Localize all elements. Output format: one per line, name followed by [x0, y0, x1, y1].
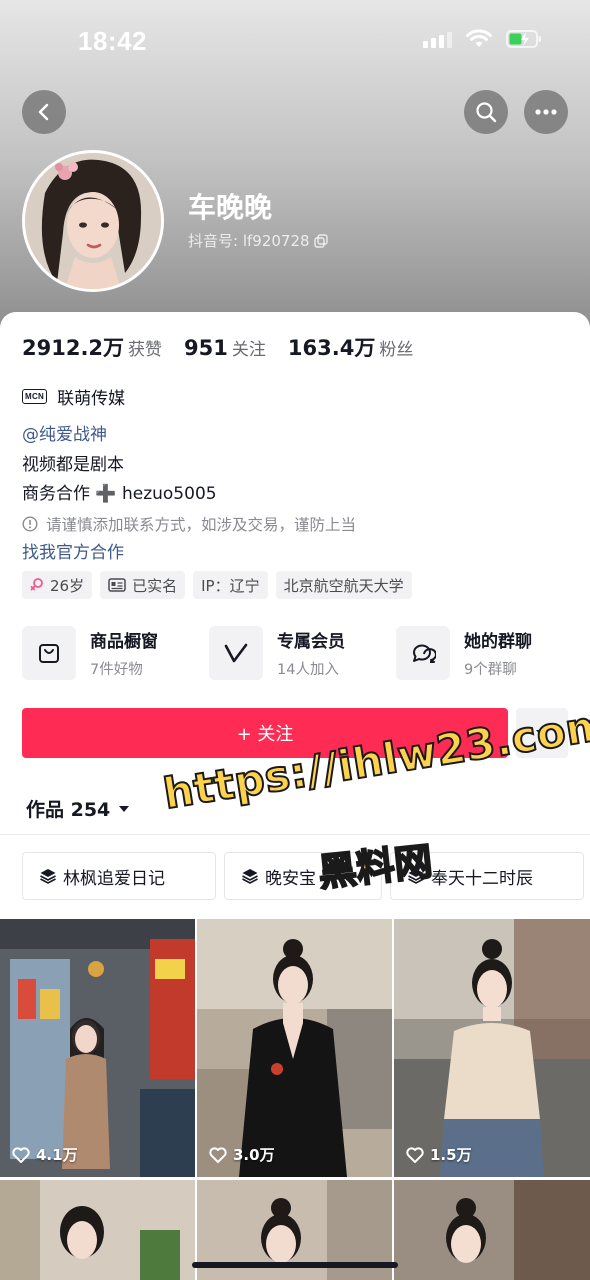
caret-down-icon [119, 805, 130, 812]
video-thumbnail-image [394, 1180, 590, 1280]
service-icon-box [22, 626, 76, 680]
back-button[interactable] [22, 90, 66, 134]
tag-verified-label: 已实名 [132, 576, 178, 595]
shopping-bag-icon [39, 644, 59, 663]
copy-icon[interactable] [313, 233, 328, 248]
video-grid: 4.1万 3.0万 1.5万 [0, 919, 590, 1280]
profile-name: 车晚晚 [188, 191, 273, 224]
service-group-chat-title: 她的群聊 [464, 632, 532, 652]
bio-line-1: 视频都是剧本 [22, 455, 124, 475]
tag-age-label: 26岁 [50, 576, 85, 595]
service-icon-box [209, 626, 263, 680]
service-icon-box [396, 626, 450, 680]
service-membership-sub: 14人加入 [277, 662, 339, 678]
video-thumbnail[interactable]: 4.1万 [0, 919, 195, 1177]
video-likes-count: 3.0万 [233, 1146, 275, 1164]
collection-label: 晚安宝 [265, 868, 316, 889]
video-thumbnail-image [0, 1180, 195, 1280]
stat-followers[interactable]: 163.4万 粉丝 [288, 332, 413, 362]
video-thumbnail-image [197, 919, 392, 1177]
cellular-signal-icon [423, 30, 452, 48]
tab-divider [0, 834, 590, 835]
stat-following-label: 关注 [231, 340, 266, 360]
profile-tags: 26岁 已实名 IP：辽宁 北京航空航天大学 [22, 571, 412, 599]
safety-warning: 请谨慎添加联系方式，如涉及交易，谨防上当 [22, 513, 356, 535]
avatar[interactable] [22, 150, 164, 292]
video-thumbnail[interactable]: 3.0万 [197, 919, 392, 1177]
mcn-icon: MCN [22, 389, 48, 404]
heart-outline-icon [12, 1146, 30, 1163]
tag-age: 26岁 [22, 571, 93, 599]
video-thumbnail[interactable] [0, 1180, 195, 1280]
bio-mention[interactable]: @纯爱战神 [22, 420, 107, 445]
more-dots-icon [535, 109, 557, 115]
service-membership-title: 专属会员 [277, 632, 345, 652]
layers-icon [40, 869, 56, 884]
video-thumbnail-image [394, 919, 590, 1177]
video-thumbnail[interactable]: 1.5万 [394, 919, 590, 1177]
douyin-id[interactable]: 抖音号: lf920728 [188, 230, 328, 251]
safety-warning-text: 请谨慎添加联系方式，如涉及交易，谨防上当 [46, 516, 357, 534]
mcn-row[interactable]: MCN 联萌传媒 [22, 384, 125, 409]
collection-chip[interactable]: 林枫追爱日记 [22, 852, 216, 900]
search-button[interactable] [464, 90, 508, 134]
id-card-icon [108, 578, 126, 592]
vip-v-icon [224, 643, 248, 663]
video-likes: 1.5万 [406, 1144, 472, 1165]
stat-likes-label: 获赞 [128, 340, 163, 360]
battery-charging-icon [506, 30, 541, 48]
heart-outline-icon [406, 1146, 424, 1163]
search-icon [476, 102, 497, 123]
tag-school-label: 北京航空航天大学 [283, 576, 404, 595]
bio-line-2: 商务合作 ➕ hezuo5005 [22, 484, 217, 504]
stat-following[interactable]: 951 关注 [184, 335, 266, 360]
services-row: 商品橱窗 7件好物 专属会员 14人加入 她的群聊 9个群聊 [22, 624, 568, 682]
status-time: 18:42 [78, 26, 147, 56]
stat-followers-label: 粉丝 [379, 340, 414, 360]
tab-works[interactable]: 作品 254 [26, 795, 130, 822]
info-circle-icon [22, 516, 38, 532]
video-likes-count: 4.1万 [36, 1146, 78, 1164]
video-thumbnail-image [0, 919, 195, 1177]
chevron-left-icon [38, 103, 49, 121]
stat-following-value: 951 [184, 336, 228, 360]
heart-outline-icon [209, 1146, 227, 1163]
service-shop-window[interactable]: 商品橱窗 7件好物 [22, 624, 194, 682]
status-bar: 18:42 [0, 0, 590, 80]
stat-likes[interactable]: 2912.2万 获赞 [22, 332, 162, 362]
service-membership[interactable]: 专属会员 14人加入 [209, 624, 381, 682]
stat-likes-value: 2912.2万 [22, 336, 125, 360]
service-shop-sub: 7件好物 [90, 662, 143, 678]
service-group-chat[interactable]: 她的群聊 9个群聊 [396, 624, 568, 682]
status-icons [423, 28, 542, 50]
layers-icon [242, 869, 258, 884]
video-likes-count: 1.5万 [430, 1146, 472, 1164]
female-icon [30, 578, 43, 591]
home-indicator[interactable] [192, 1262, 398, 1268]
follow-button-label: + 关注 [236, 724, 294, 745]
official-cooperation-link[interactable]: 找我官方合作 [22, 538, 124, 563]
collection-label: 林枫追爱日记 [63, 868, 165, 889]
tag-ip-label: IP：辽宁 [201, 576, 260, 595]
collection-label: 奉天十二时辰 [431, 868, 533, 889]
wifi-icon [466, 29, 492, 47]
collections-row: 林枫追爱日记 晚安宝 奉天十二时辰 [22, 852, 584, 900]
tag-ip-location: IP：辽宁 [193, 571, 268, 599]
group-chat-icon [413, 644, 436, 663]
stat-followers-value: 163.4万 [287, 336, 376, 360]
douyin-id-text: 抖音号: lf920728 [188, 232, 310, 250]
service-group-chat-sub: 9个群聊 [464, 662, 517, 678]
video-thumbnail[interactable] [394, 1180, 590, 1280]
more-options-button[interactable] [524, 90, 568, 134]
tab-works-label: 作品 254 [26, 799, 111, 821]
stats-row: 2912.2万 获赞 951 关注 163.4万 粉丝 [22, 332, 413, 364]
tag-school[interactable]: 北京航空航天大学 [275, 571, 412, 599]
video-likes: 3.0万 [209, 1144, 275, 1165]
video-likes: 4.1万 [12, 1144, 78, 1165]
tag-verified: 已实名 [100, 571, 186, 599]
mcn-name: 联萌传媒 [57, 389, 126, 409]
service-shop-title: 商品橱窗 [90, 632, 158, 652]
